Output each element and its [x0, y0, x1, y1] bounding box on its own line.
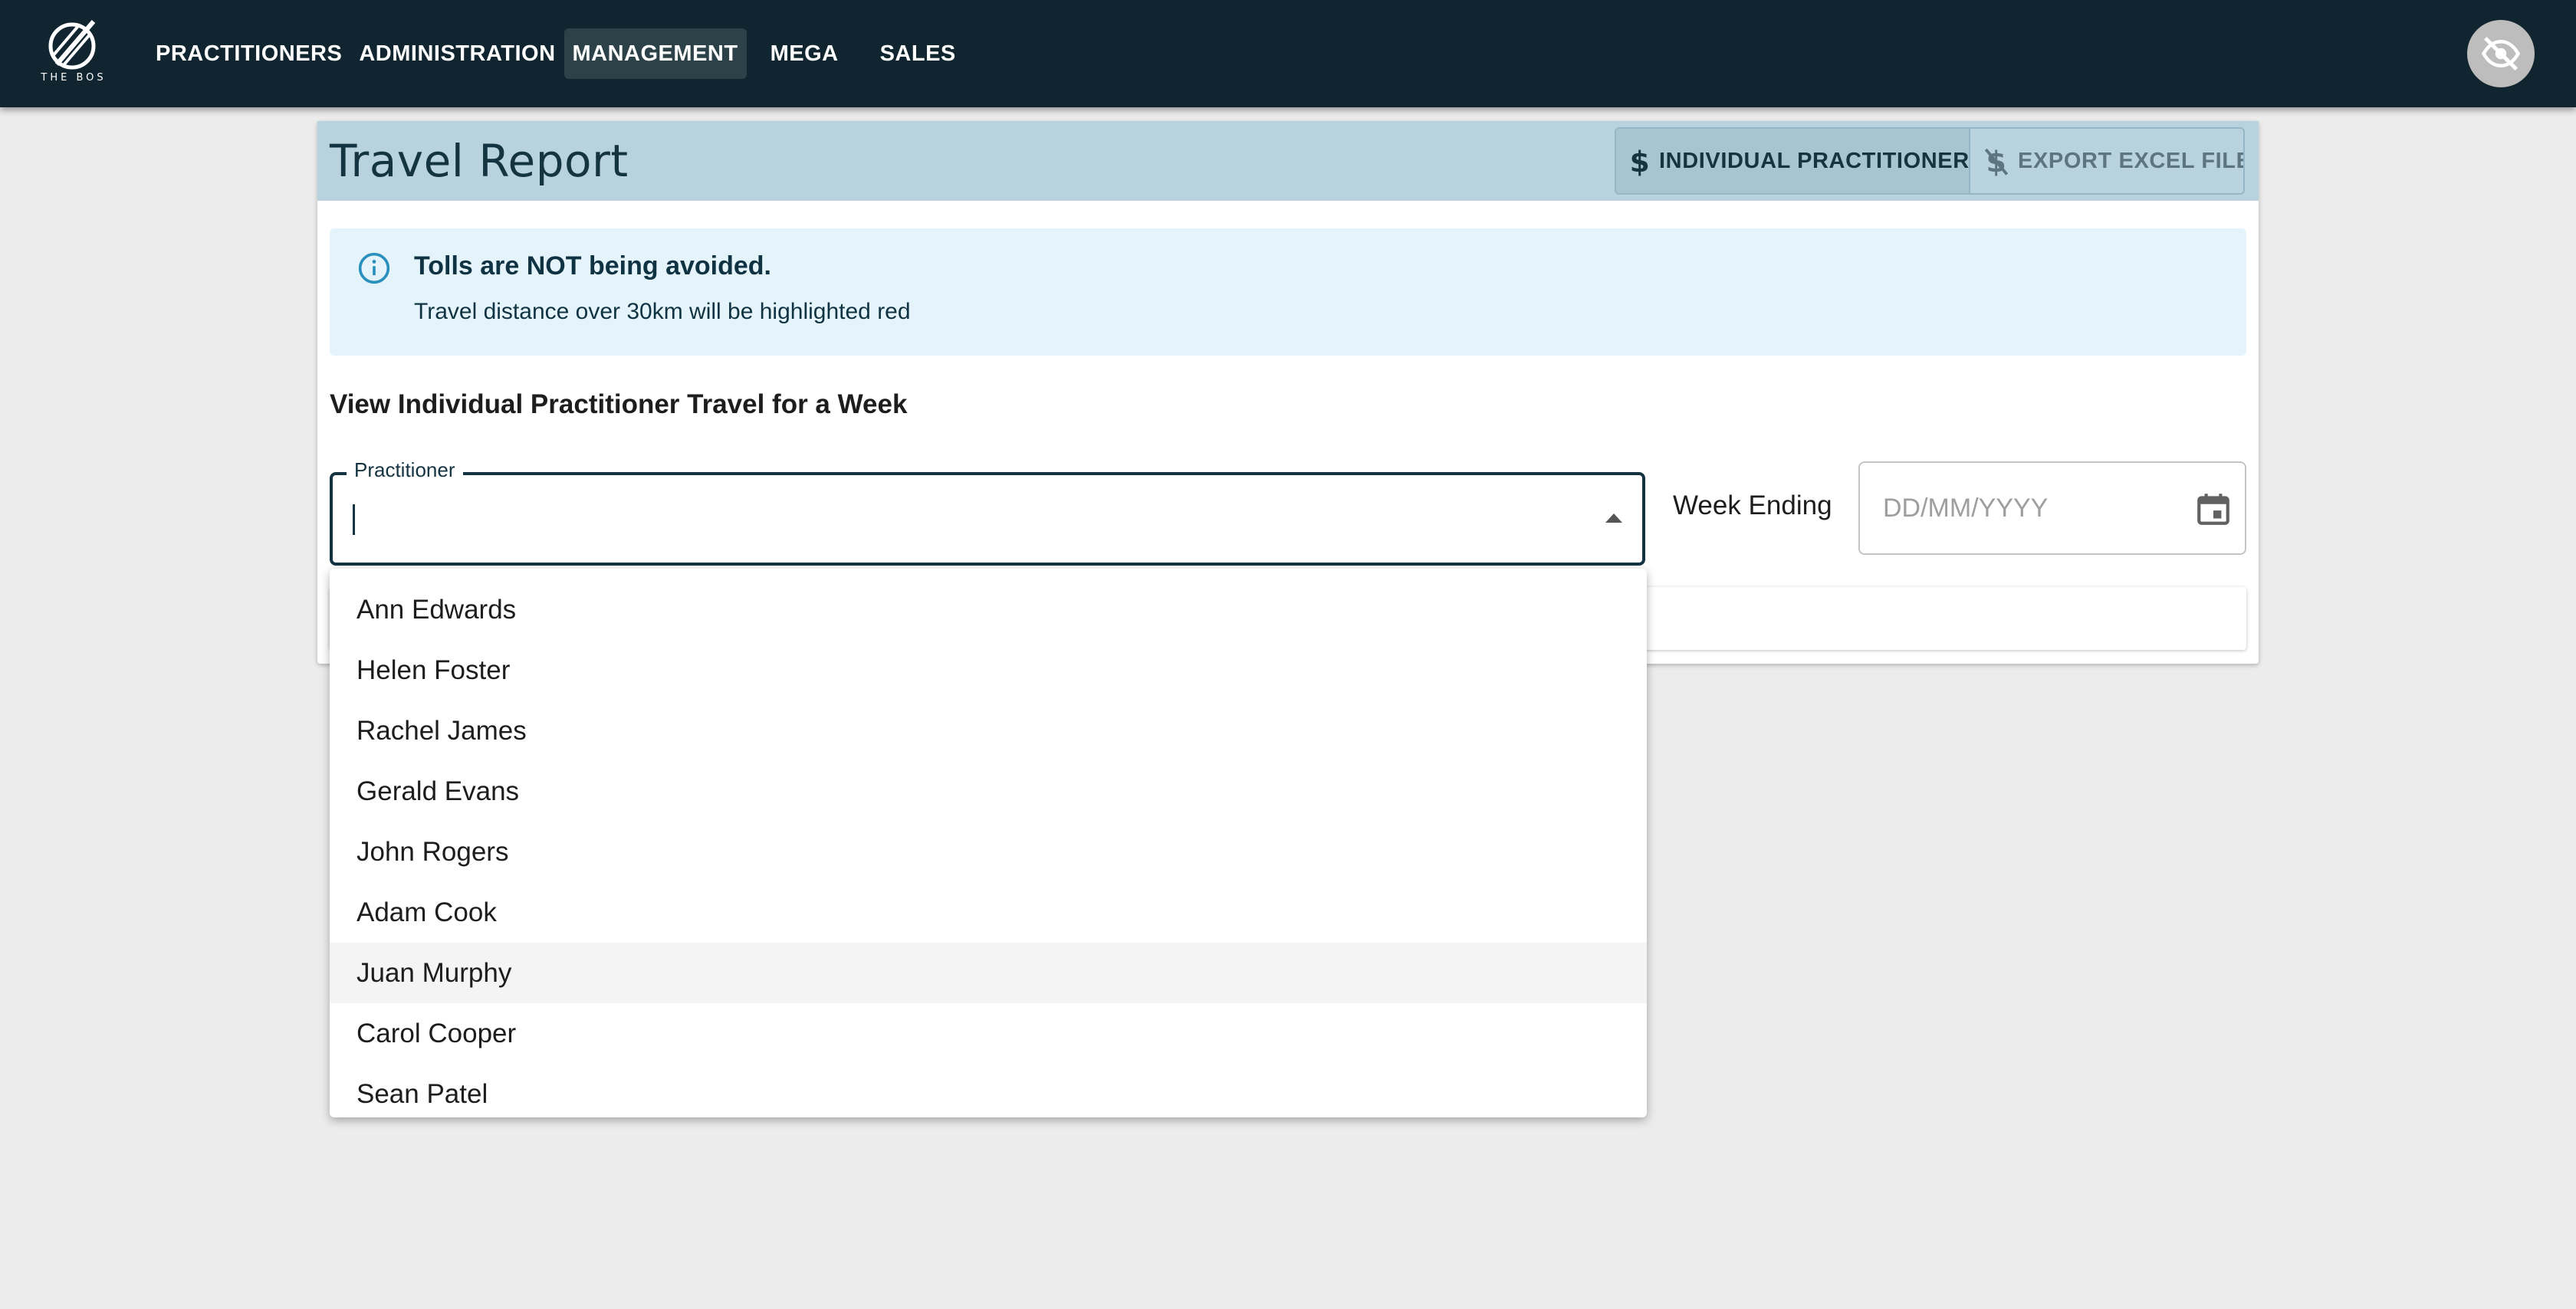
nav-sales[interactable]: SALES	[872, 28, 964, 79]
report-mode-button-group: $ INDIVIDUAL PRACTITIONER $ EXPORT EXCEL…	[1615, 127, 2245, 195]
nav-management[interactable]: MANAGEMENT	[564, 28, 747, 79]
dropdown-arrow-up-icon[interactable]	[1605, 513, 1622, 523]
list-item[interactable]: Ann Edwards	[330, 579, 1647, 640]
logo-text: THE BOS	[41, 72, 107, 84]
week-ending-date-input[interactable]: DD/MM/YYYY	[1858, 461, 2246, 555]
practitioner-autocomplete[interactable]: Practitioner	[330, 458, 1645, 566]
info-icon	[358, 252, 390, 284]
list-item[interactable]: John Rogers	[330, 822, 1647, 882]
export-excel-button[interactable]: $ EXPORT EXCEL FILE	[1969, 129, 2243, 193]
alert-body: Travel distance over 30km will be highli…	[414, 299, 911, 324]
alert-title: Tolls are NOT being avoided.	[414, 251, 772, 280]
bos-logo[interactable]: THE BOS	[38, 17, 109, 87]
list-item[interactable]: Rachel James	[330, 700, 1647, 761]
privacy-toggle-avatar[interactable]	[2467, 20, 2535, 87]
individual-practitioner-label: INDIVIDUAL PRACTITIONER	[1659, 148, 1970, 173]
eye-off-icon	[2481, 36, 2521, 71]
section-title: View Individual Practitioner Travel for …	[330, 389, 908, 419]
main-nav: PRACTITIONERS ADMINISTRATION MANAGEMENT …	[147, 28, 964, 80]
text-caret	[353, 504, 355, 535]
page-title: Travel Report	[330, 135, 629, 187]
export-excel-label: EXPORT EXCEL FILE	[2018, 148, 2245, 173]
nav-administration[interactable]: ADMINISTRATION	[350, 28, 564, 79]
practitioner-label: Practitioner	[347, 458, 463, 482]
list-item[interactable]: Juan Murphy	[330, 943, 1647, 1003]
top-navigation-bar: THE BOS PRACTITIONERS ADMINISTRATION MAN…	[0, 0, 2576, 107]
list-item[interactable]: Sean Patel	[330, 1064, 1647, 1117]
practitioner-options-list: Ann Edwards Helen Foster Rachel James Ge…	[330, 569, 1647, 1117]
list-item[interactable]: Helen Foster	[330, 640, 1647, 700]
list-item[interactable]: Adam Cook	[330, 882, 1647, 943]
bos-logo-icon	[48, 20, 96, 70]
date-placeholder: DD/MM/YYYY	[1883, 494, 2049, 523]
list-item[interactable]: Carol Cooper	[330, 1003, 1647, 1064]
nav-practitioners[interactable]: PRACTITIONERS	[147, 28, 350, 79]
individual-practitioner-button[interactable]: $ INDIVIDUAL PRACTITIONER	[1616, 129, 1969, 193]
card-header: Travel Report $ INDIVIDUAL PRACTITIONER …	[317, 121, 2259, 201]
dollar-icon: $	[1630, 146, 1651, 176]
week-ending-label: Week Ending	[1673, 490, 1832, 520]
info-alert: Tolls are NOT being avoided. Travel dist…	[330, 228, 2246, 356]
nav-mega[interactable]: MEGA	[762, 28, 847, 79]
list-item[interactable]: Gerald Evans	[330, 761, 1647, 822]
svg-text:$: $	[1630, 146, 1651, 176]
calendar-icon[interactable]	[2194, 489, 2233, 529]
dollar-off-icon: $	[1984, 146, 2009, 176]
